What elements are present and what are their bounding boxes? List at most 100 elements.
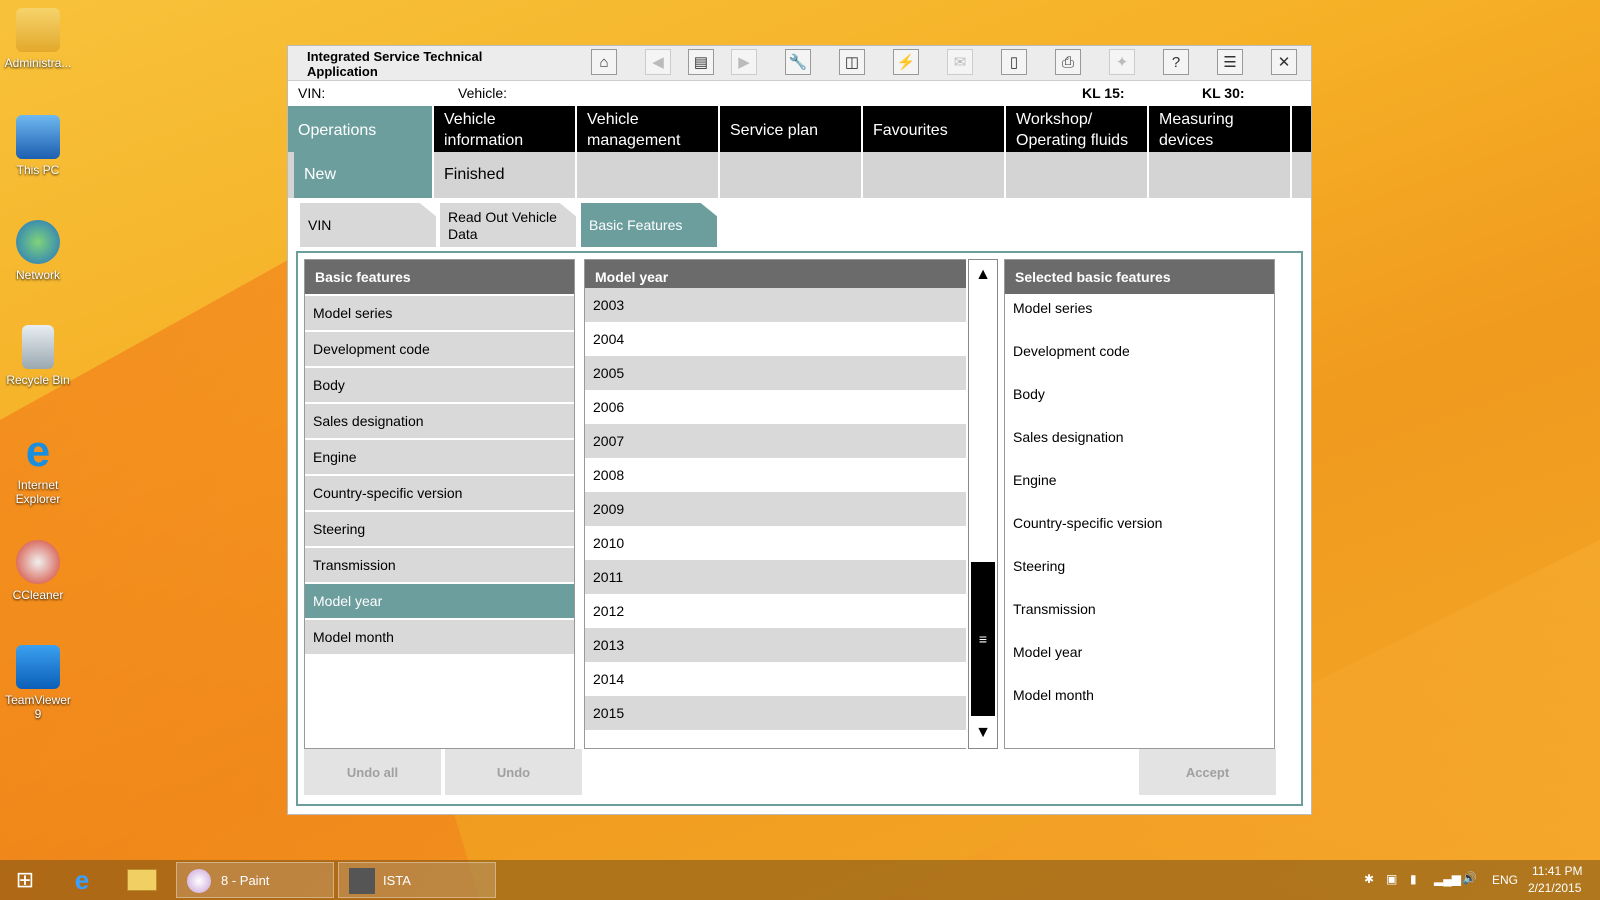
basic-feature-item[interactable]: Transmission [305,548,574,582]
desktop-icon-label: TeamViewer 9 [5,693,71,721]
close-button[interactable]: ✕ [1271,49,1297,75]
volume-icon[interactable]: 🔊 [1462,871,1477,885]
model-year-item[interactable]: 2013 [585,628,966,662]
model-year-item[interactable]: 2012 [585,594,966,628]
documents-button[interactable]: ▤ [688,49,714,75]
subnav-empty [1006,152,1149,198]
battery-button[interactable]: ▯ [1001,49,1027,75]
scroll-down-button[interactable]: ▼ [969,718,997,748]
bluetooth-icon[interactable]: ✱ [1364,872,1374,886]
taskbar-paint[interactable]: 8 - Paint [176,862,334,898]
mail-button[interactable]: ✉ [947,49,973,75]
model-year-item[interactable]: 2005 [585,356,966,390]
accept-button[interactable]: Accept [1139,749,1276,795]
home-icon: ⌂ [599,53,609,71]
basic-feature-item[interactable]: Model year [305,584,574,618]
home-button[interactable]: ⌂ [591,49,617,75]
signal-icon[interactable]: ▂▄▆ [1434,872,1461,886]
basic-feature-item[interactable]: Model month [305,620,574,654]
selected-feature-item[interactable]: Model month [1005,673,1274,716]
windows-logo-icon: ⊞ [15,867,35,892]
model-year-item[interactable]: 2011 [585,560,966,594]
tab-vin[interactable]: VIN [300,203,436,247]
model-year-item[interactable]: 2007 [585,424,966,458]
basic-feature-item[interactable]: Engine [305,440,574,474]
clock-date[interactable]: 2/21/2015 [1528,881,1581,895]
model-year-item[interactable]: 2014 [585,662,966,696]
panel-down-icon: ☰ [1223,54,1237,71]
selected-feature-item[interactable]: Sales designation [1005,415,1274,458]
model-year-scrollbar[interactable]: ▲ ≡ ▼ [968,259,998,749]
selected-feature-item[interactable]: Model year [1005,630,1274,673]
tab-label: Basic Features [589,216,683,233]
selected-feature-item[interactable]: Transmission [1005,587,1274,630]
taskbar-ista[interactable]: ISTA [338,862,496,898]
nav-workshop-operating-fluids[interactable]: Workshop/ Operating fluids [1006,106,1149,152]
model-year-item[interactable]: 2008 [585,458,966,492]
subnav-finished[interactable]: Finished [434,152,577,198]
model-year-item[interactable]: 2009 [585,492,966,526]
desktop-icon-recycle-bin[interactable]: Recycle Bin [2,325,74,387]
basic-features-list: Model series Development code Body Sales de… [305,296,574,654]
clock-time[interactable]: 11:41 PM [1532,864,1582,878]
user-folder-icon [16,8,60,52]
scroll-up-button[interactable]: ▲ [969,260,997,290]
help-button[interactable]: ? [1163,49,1189,75]
model-year-item[interactable]: 2015 [585,696,966,730]
device-icon[interactable]: ▣ [1386,872,1397,886]
print-button[interactable]: ⎙ [1055,49,1081,75]
desktop-icon-administrator[interactable]: Administra... [2,8,74,70]
connection-button[interactable]: ⚡ [893,49,919,75]
nav-operations[interactable]: Operations [288,106,434,152]
nav-label: Vehicle information [444,111,524,149]
tab-basic-features[interactable]: Basic Features [581,203,717,247]
tab-read-out-vehicle-data[interactable]: Read Out Vehicle Data [440,203,576,247]
nav-vehicle-information[interactable]: Vehicle information [434,106,577,152]
selected-feature-item[interactable]: Steering [1005,544,1274,587]
minimize-panel-button[interactable]: ☰ [1217,49,1243,75]
desktop-icon-ccleaner[interactable]: CCleaner [2,540,74,602]
triangle-up-icon: ▲ [975,266,991,283]
nav-measuring-devices[interactable]: Measuring devices [1149,106,1292,152]
tools-button[interactable]: 🔧 [785,49,811,75]
taskbar-internet-explorer[interactable]: e [62,862,102,898]
taskbar-file-explorer[interactable] [122,862,162,898]
scrollbar-thumb[interactable]: ≡ [971,562,995,716]
battery-icon: ▯ [1009,54,1019,71]
desktop-icon-teamviewer[interactable]: TeamViewer 9 [2,645,74,721]
model-year-item[interactable]: 2010 [585,526,966,560]
air-button[interactable]: ✦ [1109,49,1135,75]
model-year-item[interactable]: 2004 [585,322,966,356]
basic-feature-item[interactable]: Sales designation [305,404,574,438]
language-indicator[interactable]: ENG [1492,873,1518,887]
undo-all-button[interactable]: Undo all [304,749,441,795]
start-button[interactable]: ⊞ [8,862,42,898]
nav-vehicle-management[interactable]: Vehicle management [577,106,720,152]
basic-feature-item[interactable]: Model series [305,296,574,330]
vin-label: VIN: [298,85,326,101]
selected-feature-item[interactable]: Engine [1005,458,1274,501]
model-year-item[interactable]: 2006 [585,390,966,424]
battery-icon[interactable]: ▮ [1410,872,1417,886]
basic-feature-item[interactable]: Development code [305,332,574,366]
basic-feature-item[interactable]: Steering [305,512,574,546]
basic-feature-item[interactable]: Body [305,368,574,402]
selected-feature-item[interactable]: Body [1005,372,1274,415]
undo-button[interactable]: Undo [445,749,582,795]
basic-feature-item[interactable]: Country-specific version [305,476,574,510]
selected-feature-item[interactable]: Model series [1005,286,1274,329]
selected-feature-item[interactable]: Country-specific version [1005,501,1274,544]
forward-button[interactable]: ▶ [731,49,757,75]
back-button[interactable]: ◀ [645,49,671,75]
desktop-icon-network[interactable]: Network [2,220,74,282]
model-year-item[interactable]: 2003 [585,288,966,322]
desktop-icon-internet-explorer[interactable]: e Internet Explorer [2,430,74,507]
desktop-icon-this-pc[interactable]: This PC [2,115,74,177]
sub-navigation: New Finished [288,152,1311,198]
nav-service-plan[interactable]: Service plan [720,106,863,152]
split-view-button[interactable]: ◫ [839,49,865,75]
selected-feature-item[interactable]: Development code [1005,329,1274,372]
nav-favourites[interactable]: Favourites [863,106,1006,152]
subnav-new[interactable]: New [294,152,434,198]
arrow-right-icon: ▶ [738,54,750,71]
